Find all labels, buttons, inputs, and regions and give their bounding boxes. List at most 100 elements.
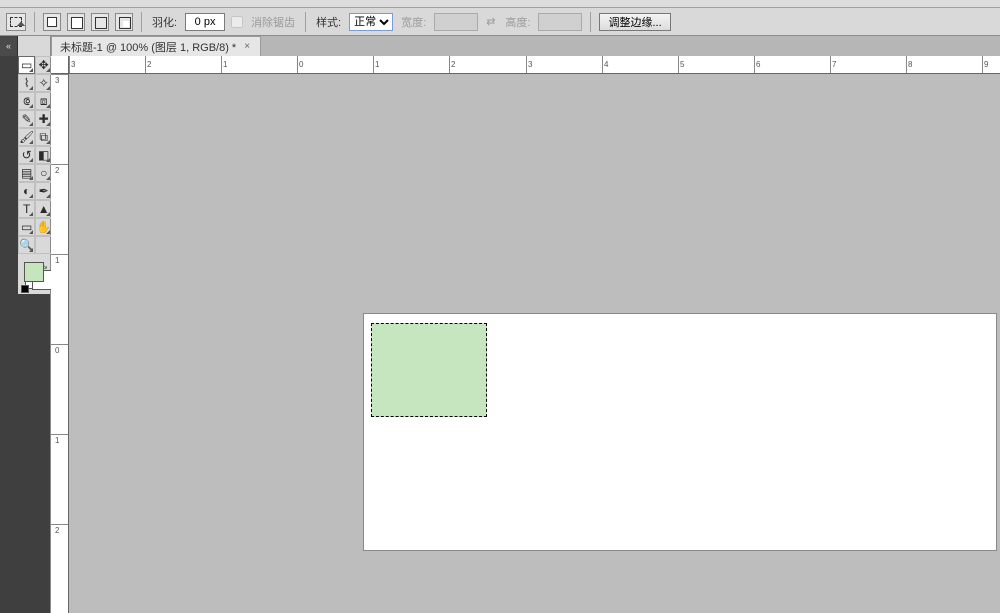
ruler-h-label: 2 [451, 60, 455, 69]
tool-type[interactable]: T [18, 200, 35, 218]
intersect-selection-icon [119, 17, 129, 27]
ruler-h-label: 3 [71, 60, 75, 69]
tool-magic-wand[interactable]: ✧ [35, 74, 52, 92]
tool-slice[interactable]: ⧈ [35, 92, 52, 110]
feather-input[interactable] [185, 13, 225, 31]
style-label: 样式: [314, 14, 343, 30]
flyout-triangle-icon [29, 194, 33, 198]
ruler-vertical[interactable]: 3210123 [51, 74, 69, 613]
document-tab-title: 未标题-1 @ 100% (图层 1, RGB/8) * [60, 39, 236, 55]
ruler-h-label: 2 [147, 60, 151, 69]
flyout-triangle-icon [46, 86, 50, 90]
tool-crop[interactable]: ⟃ [18, 92, 35, 110]
tool-shape[interactable]: ▭ [18, 218, 35, 236]
height-input-disabled [538, 13, 582, 31]
ruler-origin-corner[interactable] [51, 56, 69, 74]
add-selection-icon [71, 17, 81, 27]
menubar-truncated [0, 0, 1000, 8]
default-colors-icon[interactable] [21, 285, 29, 293]
feather-label: 羽化: [150, 14, 179, 30]
flyout-triangle-icon [46, 104, 50, 108]
ruler-v-label: 1 [55, 436, 59, 445]
tool-zoom[interactable]: 🔍 [18, 236, 35, 254]
flyout-triangle-icon [29, 212, 33, 216]
new-selection-icon [47, 17, 57, 27]
width-input-disabled [434, 13, 478, 31]
flyout-triangle-icon [29, 104, 33, 108]
ruler-v-label: 2 [55, 166, 59, 175]
separator [141, 12, 142, 32]
tool-gradient[interactable]: ▤ [18, 164, 35, 182]
main-area: ▭✥⌇✧⟃⧈✎✚🖌⧉↺◧▤○◐✒T▲▭✋🔍 ⤡ 3210123456789 32… [0, 56, 1000, 613]
ruler-h-label: 5 [680, 60, 684, 69]
ruler-h-label: 3 [528, 60, 532, 69]
tool-marquee[interactable]: ▭ [18, 56, 35, 74]
color-swatches[interactable]: ⤡ [18, 258, 50, 294]
flyout-triangle-icon [46, 158, 50, 162]
flyout-triangle-icon [29, 248, 33, 252]
marquee-icon [10, 17, 22, 27]
flyout-triangle-icon [46, 140, 50, 144]
tool-eraser[interactable]: ◧ [35, 146, 52, 164]
antialias-label: 消除锯齿 [249, 14, 297, 30]
toolbox-header-strip [18, 36, 51, 56]
options-bar: 羽化: 消除锯齿 样式: 正常 宽度: ⇄ 高度: 调整边缘... [0, 8, 1000, 36]
tool-path-select[interactable]: ▲ [35, 200, 52, 218]
separator [34, 12, 35, 32]
tool-eyedropper[interactable]: ✎ [18, 110, 35, 128]
tool-healing[interactable]: ✚ [35, 110, 52, 128]
antialias-checkbox [231, 16, 243, 28]
flyout-triangle-icon [46, 194, 50, 198]
selection-mode-add[interactable] [67, 13, 85, 31]
flyout-triangle-icon [46, 176, 50, 180]
flyout-triangle-icon [46, 230, 50, 234]
separator [305, 12, 306, 32]
ruler-v-label: 2 [55, 526, 59, 535]
tool-dodge[interactable]: ◐ [18, 182, 35, 200]
ruler-v-label: 3 [55, 76, 59, 85]
tool-lasso[interactable]: ⌇ [18, 74, 35, 92]
ruler-v-label: 0 [55, 346, 59, 355]
ruler-h-label: 0 [299, 60, 303, 69]
document-tab[interactable]: 未标题-1 @ 100% (图层 1, RGB/8) * × [51, 36, 261, 56]
flyout-triangle-icon [29, 158, 33, 162]
close-icon[interactable]: × [242, 42, 252, 52]
selection-mode-subtract[interactable] [91, 13, 109, 31]
width-label: 宽度: [399, 14, 428, 30]
toolbox: ▭✥⌇✧⟃⧈✎✚🖌⧉↺◧▤○◐✒T▲▭✋🔍 ⤡ [18, 56, 51, 613]
flyout-triangle-icon [29, 68, 33, 72]
ruler-h-label: 4 [604, 60, 608, 69]
selection-marquee[interactable] [371, 323, 487, 417]
flyout-triangle-icon [29, 86, 33, 90]
tool-blur[interactable]: ○ [35, 164, 52, 182]
tool-stamp[interactable]: ⧉ [35, 128, 52, 146]
flyout-triangle-icon [29, 140, 33, 144]
refine-edge-button[interactable]: 调整边缘... [599, 13, 670, 31]
subtract-selection-icon [95, 17, 105, 27]
collapse-panels-tab[interactable]: « [0, 36, 18, 56]
tool-brush[interactable]: 🖌 [18, 128, 35, 146]
foreground-swatch[interactable] [24, 262, 44, 282]
ruler-v-label: 1 [55, 256, 59, 265]
link-wh-icon: ⇄ [484, 15, 497, 28]
ruler-horizontal[interactable]: 3210123456789 [69, 56, 1000, 74]
style-select[interactable]: 正常 [349, 13, 393, 31]
selection-mode-intersect[interactable] [115, 13, 133, 31]
flyout-triangle-icon [29, 122, 33, 126]
tool-history-brush[interactable]: ↺ [18, 146, 35, 164]
tool-move[interactable]: ✥ [35, 56, 52, 74]
tool-pen[interactable]: ✒ [35, 182, 52, 200]
toolbox-dark-tail [18, 294, 50, 613]
selection-mode-new[interactable] [43, 13, 61, 31]
separator [590, 12, 591, 32]
canvas-workspace: 3210123456789 3210123 [51, 56, 1000, 613]
tool-blank[interactable] [35, 236, 52, 254]
tool-hand[interactable]: ✋ [35, 218, 52, 236]
left-dark-gutter [0, 56, 18, 613]
ruler-h-label: 6 [756, 60, 760, 69]
viewport[interactable] [69, 74, 1000, 613]
flyout-triangle-icon [46, 122, 50, 126]
current-tool-indicator[interactable] [6, 13, 26, 31]
height-label: 高度: [503, 14, 532, 30]
ruler-h-label: 8 [908, 60, 912, 69]
